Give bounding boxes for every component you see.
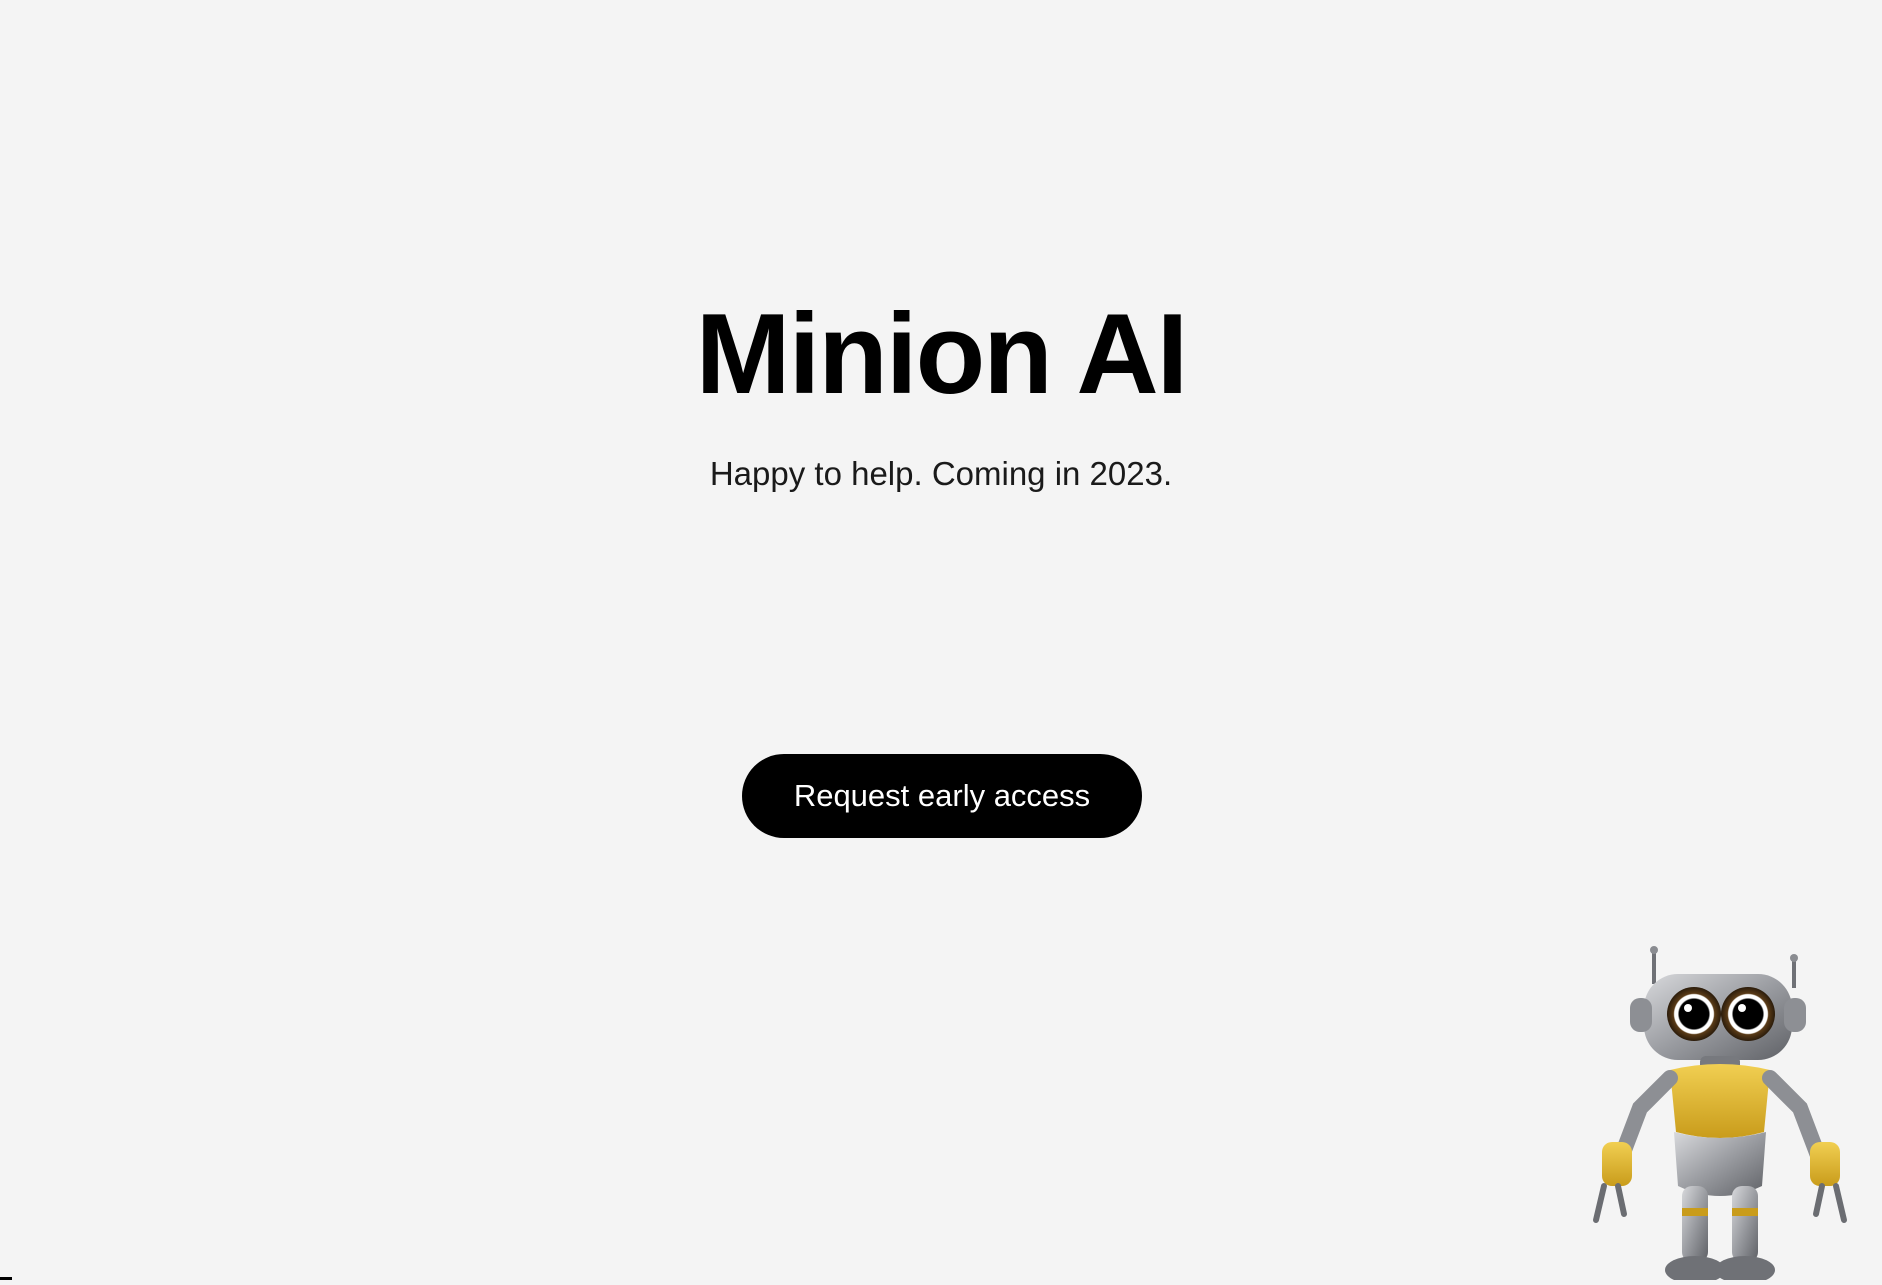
page-title: Minion AI [695, 291, 1189, 418]
request-early-access-button[interactable]: Request early access [742, 754, 1142, 838]
page-subtitle: Happy to help. Coming in 2023. [709, 455, 1173, 492]
robot-mascot-icon [1578, 946, 1882, 1284]
